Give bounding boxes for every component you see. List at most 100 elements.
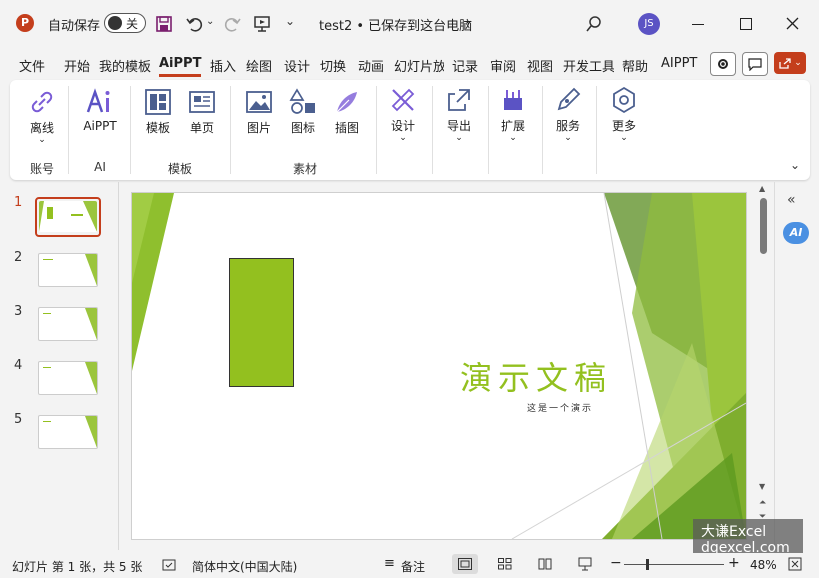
normal-view-icon [458, 558, 472, 570]
share-icon [779, 57, 791, 69]
tab-my-templates[interactable]: 我的模板 [99, 56, 151, 75]
service-button[interactable]: 服务 ⌄ [551, 86, 585, 143]
tab-animations[interactable]: 动画 [358, 56, 384, 75]
collapse-ribbon-icon[interactable]: ⌄ [790, 158, 800, 172]
share-button[interactable]: ⌄ [774, 52, 806, 74]
hexagon-icon [613, 86, 635, 114]
ribbon-divider [130, 86, 131, 174]
zoom-slider[interactable] [624, 559, 724, 570]
tab-aippt[interactable]: AiPPT [159, 56, 201, 71]
minimize-button[interactable] [692, 24, 704, 25]
illustration-button[interactable]: 插图 [330, 88, 364, 136]
fit-to-window-icon[interactable] [788, 557, 802, 571]
collapse-sidebar-icon[interactable]: « [787, 192, 796, 208]
previous-slide-icon[interactable]: ⏶ [759, 498, 766, 508]
tab-file[interactable]: 文件 [19, 56, 45, 75]
tab-aippt-2[interactable]: AIPPT [661, 56, 697, 71]
group-label-materials: 素材 [292, 162, 317, 176]
powerpoint-logo-icon: P [16, 14, 34, 32]
slide-thumbnail[interactable] [38, 307, 98, 341]
zoom-in-button[interactable]: + [728, 555, 740, 571]
notes-button[interactable]: 备注 [401, 558, 425, 575]
notes-icon[interactable]: ≡ [384, 556, 395, 571]
slide-thumbnail[interactable] [38, 361, 98, 395]
tab-record[interactable]: 记录 [452, 56, 478, 75]
zoom-slider-thumb[interactable] [646, 559, 649, 570]
avatar[interactable]: JS [638, 13, 660, 35]
slide-subtitle[interactable]: 这是一个演示 [527, 401, 593, 414]
export-icon [448, 89, 470, 111]
slide-thumbnail[interactable] [38, 415, 98, 449]
aippt-button[interactable]: AiPPT [80, 88, 120, 133]
slide-background-art [132, 193, 746, 539]
slide-thumbnail[interactable] [39, 201, 97, 232]
reading-view-icon[interactable] [538, 558, 552, 570]
scroll-up-icon[interactable]: ▲ [759, 184, 765, 193]
extension-icon [504, 90, 522, 110]
zoom-level[interactable]: 48% [750, 558, 777, 572]
slide-thumbnail[interactable] [38, 253, 98, 287]
title-dropdown-icon[interactable]: ⌄ [463, 13, 474, 28]
aippt-label: AiPPT [83, 119, 117, 133]
design-button[interactable]: 设计 ⌄ [386, 86, 420, 143]
template-button[interactable]: 模板 [141, 88, 175, 136]
tab-developer[interactable]: 开发工具 [563, 56, 614, 75]
export-button[interactable]: 导出 ⌄ [442, 86, 476, 143]
redo-icon[interactable] [222, 14, 242, 34]
title-bar: P 自动保存 关 ⌄ ⌄ test2 • 已保存到这台电脑 ⌄ JS [0, 0, 819, 48]
undo-icon[interactable] [185, 14, 205, 34]
present-from-beginning-icon[interactable] [252, 14, 272, 34]
zoom-out-button[interactable]: − [610, 555, 622, 571]
search-icon[interactable] [585, 15, 603, 33]
tab-view[interactable]: 视图 [527, 56, 553, 75]
offline-button[interactable]: 离线 ⌄ [24, 88, 60, 145]
icons-button[interactable]: 图标 [286, 88, 320, 136]
maximize-button[interactable] [740, 18, 752, 30]
customize-toolbar-icon[interactable]: ⌄ [285, 14, 295, 28]
vertical-scrollbar[interactable]: ▲ ▼ ⏶ ⏷ [757, 182, 771, 550]
record-button[interactable] [710, 52, 736, 76]
scrollbar-thumb[interactable] [760, 198, 767, 254]
tab-transitions[interactable]: 切换 [320, 56, 346, 75]
tab-slideshow[interactable]: 幻灯片放 [394, 56, 444, 75]
picture-button[interactable]: 图片 [242, 88, 276, 136]
slideshow-icon[interactable] [578, 557, 592, 571]
ai-assistant-icon[interactable]: AI [783, 222, 809, 244]
tab-review[interactable]: 审阅 [490, 56, 516, 75]
slide-title[interactable]: 演示文稿 [460, 353, 612, 399]
slide-number: 5 [14, 412, 23, 427]
ribbon-divider [596, 86, 597, 174]
document-title[interactable]: test2 • 已保存到这台电脑 [319, 15, 472, 34]
green-rectangle-shape[interactable] [229, 258, 294, 387]
group-label-account: 账号 [29, 162, 54, 176]
more-button[interactable]: 更多 ⌄ [607, 86, 641, 143]
status-bar: 幻灯片 第 1 张，共 5 张 简体中文(中国大陆) ≡ 备注 − + 48% [0, 553, 819, 578]
single-page-button[interactable]: 单页 [185, 88, 219, 136]
panel-divider[interactable] [118, 182, 119, 550]
tab-insert[interactable]: 插入 [210, 56, 236, 75]
tab-design[interactable]: 设计 [284, 56, 310, 75]
accessibility-icon[interactable] [162, 558, 176, 572]
icons-label: 图标 [290, 121, 315, 135]
language-indicator[interactable]: 简体中文(中国大陆) [192, 558, 297, 575]
save-icon[interactable] [155, 15, 173, 33]
more-label: 更多 [611, 119, 636, 133]
autosave-toggle[interactable]: 关 [104, 13, 146, 33]
close-icon[interactable] [786, 17, 799, 30]
comments-button[interactable] [742, 52, 768, 76]
slide-counter[interactable]: 幻灯片 第 1 张，共 5 张 [12, 558, 142, 575]
slide-canvas[interactable]: 演示文稿 这是一个演示 [131, 192, 747, 540]
tab-help[interactable]: 帮助 [622, 56, 648, 75]
ai-icon [86, 88, 110, 113]
chevron-down-icon: ⌄ [455, 133, 463, 143]
ribbon-divider [230, 86, 231, 174]
chevron-down-icon: ⌄ [38, 135, 46, 145]
normal-view-button[interactable] [452, 554, 478, 574]
tab-draw[interactable]: 绘图 [246, 56, 272, 75]
extension-button[interactable]: 扩展 ⌄ [496, 86, 530, 143]
slide-sorter-icon[interactable] [498, 558, 512, 570]
tab-home[interactable]: 开始 [64, 56, 90, 75]
undo-dropdown-icon[interactable]: ⌄ [206, 16, 214, 27]
scroll-down-icon[interactable]: ▼ [759, 482, 765, 491]
template-label: 模板 [145, 121, 170, 135]
